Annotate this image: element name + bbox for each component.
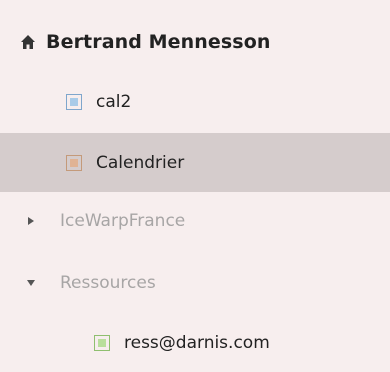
calendar-color-swatch[interactable] bbox=[94, 334, 110, 351]
owner-name: Bertrand Mennesson bbox=[46, 31, 271, 53]
calendar-label: Calendrier bbox=[96, 152, 185, 173]
calendar-label: cal2 bbox=[96, 91, 132, 112]
caret-right-icon[interactable] bbox=[26, 216, 36, 226]
calendar-color-swatch[interactable] bbox=[66, 154, 82, 171]
calendar-label: ress@darnis.com bbox=[124, 332, 270, 353]
calendar-color-swatch[interactable] bbox=[66, 93, 82, 110]
group-label: Ressources bbox=[60, 273, 156, 293]
calendar-item-cal2[interactable]: cal2 bbox=[0, 72, 390, 131]
home-icon bbox=[21, 35, 35, 49]
tree-owner-item[interactable]: Bertrand Mennesson bbox=[0, 12, 390, 72]
group-item-ressources[interactable]: Ressources bbox=[0, 254, 390, 312]
caret-down-icon[interactable] bbox=[26, 278, 36, 288]
group-item-icewarpfrance[interactable]: IceWarpFrance bbox=[0, 192, 390, 250]
calendar-item-ress[interactable]: ress@darnis.com bbox=[0, 313, 390, 372]
calendar-tree: Bertrand Mennesson cal2 Calendrier IceWa… bbox=[0, 0, 390, 362]
calendar-item-calendrier[interactable]: Calendrier bbox=[0, 133, 390, 192]
group-label: IceWarpFrance bbox=[60, 211, 186, 231]
